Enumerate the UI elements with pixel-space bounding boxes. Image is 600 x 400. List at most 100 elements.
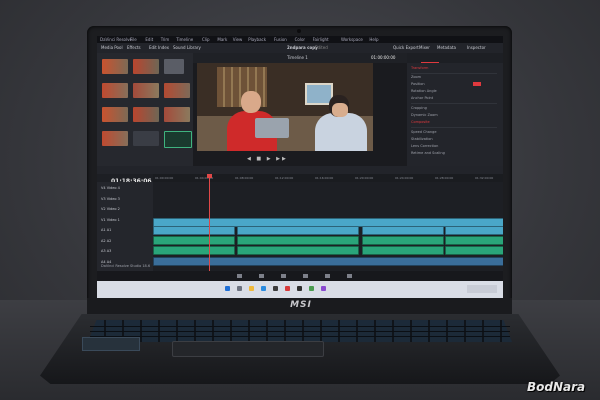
value-field[interactable] [473,82,481,86]
timeline-clip[interactable] [445,246,503,255]
laptop-sticker [82,337,140,351]
divider [411,103,497,104]
media-thumbnail[interactable] [102,83,128,98]
project-status: Edited [315,45,328,50]
inspector-section[interactable]: Retime and Scaling [411,151,445,155]
windows-start-icon[interactable] [225,286,230,291]
timeline-clip[interactable] [362,246,444,255]
edge-icon[interactable] [261,286,266,291]
toolbar-mixer[interactable]: Mixer [419,44,430,52]
page-navigation [97,271,503,281]
inspector-section[interactable]: Lens Correction [411,144,438,148]
playhead-handle[interactable] [207,174,212,178]
transport-controls[interactable]: ◀ ■ ▶ ▶▶ [247,156,307,162]
davinci-resolve-icon[interactable] [297,286,302,291]
store-icon[interactable] [273,286,278,291]
toolbar-inspector[interactable]: Inspector [467,44,486,52]
track-header-v2[interactable]: V2 Video 2 [101,207,120,211]
menu-item[interactable]: View [233,36,243,43]
media-thumbnail[interactable] [164,107,190,122]
ruler-tick-label: 01:32:00:00 [475,176,494,180]
timeline-clip[interactable] [237,246,359,255]
track-header-a2[interactable]: A2 A2 [101,239,111,243]
timeline-clip[interactable] [445,226,503,235]
menu-item[interactable]: Edit [145,36,153,43]
track-header-a3[interactable]: A3 A3 [101,249,111,253]
inspector-section[interactable]: Composite [411,120,430,124]
toolbar-sound-library[interactable]: Sound Library [173,44,201,52]
keyboard-row [90,336,510,337]
timeline-clip[interactable] [153,246,235,255]
app-icon[interactable] [309,286,314,291]
ruler-tick-label: 01:24:00:00 [395,176,414,180]
track-header-a1[interactable]: A1 A1 [101,228,111,232]
menu-item[interactable]: Fairlight [313,36,329,43]
toolbar-media-pool[interactable]: Media Pool [101,44,123,52]
file-explorer-icon[interactable] [249,286,254,291]
menu-item[interactable]: File [130,36,137,43]
menu-item[interactable]: Clip [202,36,210,43]
timeline-clip[interactable] [153,226,235,235]
timeline-clip[interactable] [153,236,235,245]
media-thumbnail[interactable] [133,83,159,98]
inspector-field: Zoom [411,75,422,79]
app-icon[interactable] [321,286,326,291]
timeline-clip[interactable] [237,236,359,245]
timeline-clip[interactable] [362,226,444,235]
timeline-ruler[interactable]: 01:00:00:00 01:04:00:00 01:08:00:00 01:12:0… [153,174,503,182]
track-header-v4[interactable]: V4 Video 4 [101,186,120,190]
media-thumbnail[interactable] [102,59,128,74]
timeline-panel: 01:18:36:06 01:00:00:0001:04:00:0001:08:… [97,166,503,271]
menu-item[interactable]: Color [295,36,305,43]
toolbar-edit-index[interactable]: Edit Index [149,44,169,52]
toolbar-quick-export[interactable]: Quick Export [393,44,419,52]
keyboard-row [90,331,510,332]
system-tray[interactable] [467,285,497,293]
person-head [241,91,261,113]
menu-item[interactable]: Help [369,36,378,43]
media-thumbnail[interactable] [102,131,128,146]
timeline-thumbnail[interactable] [133,131,159,146]
menu-item[interactable]: Trim [161,36,170,43]
project-name: 2ndpara copy [287,45,318,50]
track-header-v3[interactable]: V3 Video 3 [101,197,120,201]
inspector-section[interactable]: Speed Change [411,130,436,134]
menu-item[interactable]: Mark [217,36,227,43]
menu-item[interactable]: Playback [248,36,266,43]
media-thumbnail[interactable] [102,107,128,122]
app-icon[interactable] [285,286,290,291]
divider [411,73,497,74]
playhead[interactable] [209,174,210,271]
inspector-field: Rotation Angle [411,89,437,93]
track-header-a4[interactable]: A4 A4 [101,260,111,264]
menu-item[interactable]: Workspace [341,36,363,43]
media-thumbnail[interactable] [133,107,159,122]
menu-item[interactable]: DaVinci Resolve [100,36,132,43]
timeline-clip[interactable] [153,257,503,266]
menu-item[interactable]: Timeline [176,36,193,43]
inspector-section[interactable]: Transform [411,66,428,70]
track-header-v1[interactable]: V1 Video 1 [101,218,120,222]
inspector-section[interactable]: Dynamic Zoom [411,113,438,117]
timeline-clip[interactable] [362,236,444,245]
windows-taskbar [97,281,503,298]
timeline-clip[interactable] [445,236,503,245]
app-version-label: DaVinci Resolve Studio 18.6 [101,264,151,268]
ruler-tick-label: 01:12:00:00 [275,176,294,180]
person-white-shirt [315,113,367,151]
toolbar-metadata[interactable]: Metadata [437,44,456,52]
folder-icon[interactable] [164,59,184,74]
ruler-tick-label: 01:20:00:00 [355,176,374,180]
menu-item[interactable]: Fusion [274,36,287,43]
audio-thumbnail[interactable] [164,131,192,148]
timeline-clip[interactable] [237,226,359,235]
inspector-section[interactable]: Stabilization [411,137,433,141]
media-thumbnail[interactable] [133,59,159,74]
track-headers: V4 Video 4 V3 Video 3 V2 Video 2 V1 Video 1… [97,182,153,271]
laptop-screen: DaVinci Resolve File Edit Trim Timeline Clip M… [97,36,503,298]
inspector-section[interactable]: Cropping [411,106,427,110]
toolbar-effects[interactable]: Effects [127,44,141,52]
search-icon[interactable] [237,286,242,291]
page-icons[interactable] [237,274,367,278]
media-thumbnail[interactable] [164,83,190,98]
